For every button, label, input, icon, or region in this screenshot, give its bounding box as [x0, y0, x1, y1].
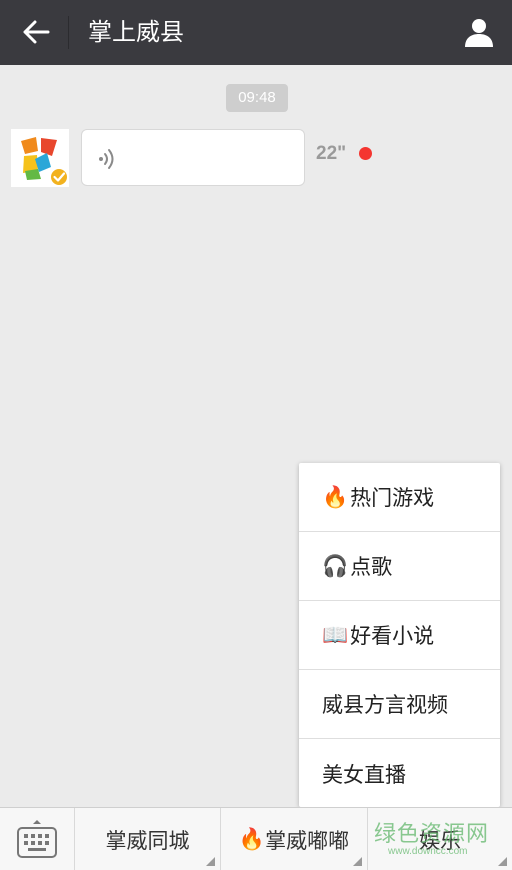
tab-dudu[interactable]: 🔥 掌威嘟嘟 — [220, 808, 367, 870]
menu-item-label: 热门游戏 — [350, 486, 435, 510]
menu-item-hot-games[interactable]: 🔥 热门游戏 — [299, 463, 500, 532]
voice-message-bubble[interactable] — [81, 129, 305, 186]
message-timestamp: 09:48 — [226, 84, 288, 112]
entertainment-popup-menu: 🔥 热门游戏 🎧 点歌 📖 好看小说 威县方言视频 美女直播 — [299, 463, 500, 807]
tab-local-city[interactable]: 掌威同城 — [74, 808, 220, 870]
menu-item-label: 美女直播 — [322, 762, 406, 787]
tab-label: 娱乐 — [419, 828, 461, 853]
menu-item-song-request[interactable]: 🎧 点歌 — [299, 532, 500, 601]
profile-button[interactable] — [460, 13, 498, 51]
app-logo-icon — [11, 129, 69, 187]
submenu-corner-icon — [353, 857, 362, 866]
bottom-menu-bar: 掌威同城 🔥 掌威嘟嘟 娱乐 — [0, 807, 512, 870]
page-title: 掌上威县 — [88, 18, 184, 46]
header-divider — [68, 16, 69, 49]
menu-item-label: 点歌 — [350, 555, 393, 579]
keyboard-toggle-button[interactable] — [0, 808, 74, 870]
menu-item-live-stream[interactable]: 美女直播 — [299, 739, 500, 808]
submenu-corner-icon — [498, 857, 507, 866]
headphones-music-icon: 🎧 — [322, 553, 349, 578]
menu-item-dialect-video[interactable]: 威县方言视频 — [299, 670, 500, 739]
submenu-corner-icon — [206, 857, 215, 866]
fire-icon: 🔥 — [322, 484, 349, 509]
arrow-left-icon — [23, 20, 50, 44]
unread-dot — [359, 147, 372, 160]
menu-item-label: 威县方言视频 — [322, 693, 448, 717]
voice-wave-icon — [99, 149, 114, 169]
tab-entertainment[interactable]: 娱乐 — [367, 808, 512, 870]
person-icon — [465, 19, 493, 47]
avatar[interactable] — [11, 129, 69, 187]
top-bar: 掌上威县 — [0, 0, 512, 65]
fire-icon: 🔥 — [238, 827, 266, 851]
menu-item-label: 好看小说 — [350, 624, 435, 648]
tab-label: 掌威同城 — [105, 828, 190, 853]
tab-label: 掌威嘟嘟 — [265, 828, 350, 853]
keyboard-icon — [17, 819, 57, 858]
back-button[interactable] — [14, 12, 58, 52]
open-book-icon: 📖 — [322, 622, 349, 647]
menu-item-novels[interactable]: 📖 好看小说 — [299, 601, 500, 670]
voice-duration: 22" — [316, 143, 347, 164]
